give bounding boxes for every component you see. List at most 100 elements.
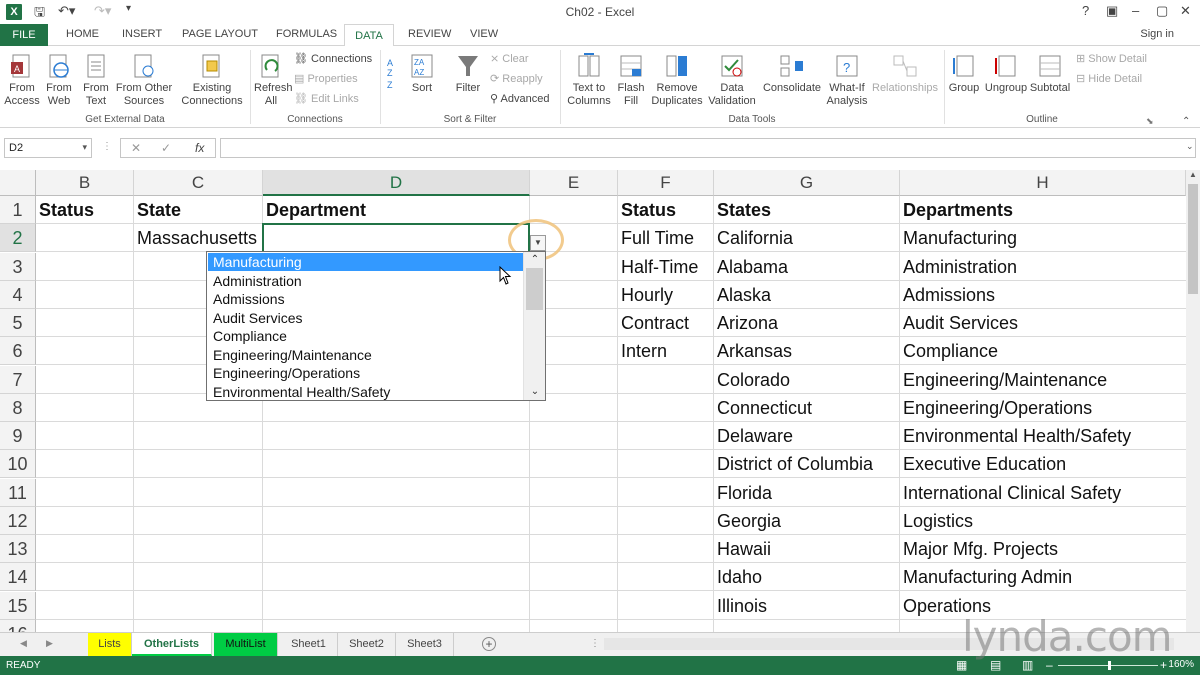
cell-c2[interactable]: Massachusetts [137,224,257,252]
row-header[interactable]: 7 [0,365,36,394]
edit-links-button[interactable]: ⛓ Edit Links [294,92,359,105]
consolidate-button[interactable]: Consolidate [762,52,822,95]
state-cell[interactable]: Delaware [717,422,793,450]
row-header[interactable]: 12 [0,506,36,535]
formula-input[interactable] [220,138,1196,158]
vertical-scrollbar[interactable]: ▲ [1186,170,1200,632]
connections-button[interactable]: ⛓ Connections [294,52,372,65]
sort-button[interactable]: ZA AZ Sort [408,52,436,95]
cell-b1[interactable]: Status [39,196,94,224]
dropdown-option[interactable]: Engineering/Operations [208,364,524,382]
what-if-analysis-button[interactable]: ? What-If Analysis [822,52,872,108]
advanced-button[interactable]: ⚲ Advanced [490,92,549,105]
scroll-up-icon[interactable]: ▲ [1189,170,1197,179]
row-header[interactable]: 2 [0,224,36,253]
tab-review[interactable]: REVIEW [408,28,451,40]
tab-insert[interactable]: INSERT [122,28,162,40]
refresh-all-button[interactable]: Refresh All [254,52,293,108]
column-header-h[interactable]: H [900,170,1186,196]
sheet-tab-otherlists[interactable]: OtherLists [132,633,212,656]
state-cell[interactable]: Connecticut [717,394,812,422]
state-cell[interactable]: Arizona [717,309,778,337]
remove-duplicates-button[interactable]: Remove Duplicates [650,52,704,108]
enter-icon[interactable]: ✓ [161,141,171,155]
hide-detail-button[interactable]: ⊟ Hide Detail [1076,72,1142,85]
tab-page-layout[interactable]: PAGE LAYOUT [182,28,258,40]
row-header[interactable]: 5 [0,309,36,337]
cancel-icon[interactable]: ✕ [131,141,141,155]
tab-data[interactable]: DATA [344,24,394,47]
sheet-tab-lists[interactable]: Lists [88,633,132,656]
row-header[interactable]: 8 [0,393,36,422]
zoom-level[interactable]: 160% [1168,659,1194,670]
cell-c1[interactable]: State [137,196,181,224]
row-header[interactable]: 4 [0,280,36,309]
sheet-tab-sheet2[interactable]: Sheet2 [338,633,396,656]
department-cell[interactable]: Logistics [903,507,973,535]
tab-view[interactable]: VIEW [470,28,498,40]
scroll-thumb[interactable] [1188,184,1198,294]
tab-home[interactable]: HOME [66,28,99,40]
tab-split-handle-icon[interactable]: ⋮ [590,638,600,649]
sort-az-button[interactable]: AZZ [384,54,406,94]
sheet-tab-sheet3[interactable]: Sheet3 [396,633,454,656]
department-cell[interactable]: International Clinical Safety [903,479,1121,507]
cell-f1[interactable]: Status [621,196,676,224]
tab-file[interactable]: FILE [0,24,48,46]
department-cell[interactable]: Administration [903,253,1017,281]
ribbon-display-icon[interactable]: ▣ [1106,3,1118,19]
dropdown-option[interactable]: Audit Services [208,309,524,327]
cell-d1[interactable]: Department [266,196,366,224]
department-cell[interactable]: Major Mfg. Projects [903,535,1058,563]
department-cell[interactable]: Manufacturing Admin [903,563,1072,591]
prev-sheet-icon[interactable]: ◀ [20,638,27,649]
validation-dropdown-list[interactable]: Manufacturing Administration Admissions Aud… [206,251,546,401]
worksheet-grid[interactable]: B C D E F G H 12345678910111213141516 St… [0,170,1186,632]
sheet-tab-sheet1[interactable]: Sheet1 [280,633,338,656]
state-cell[interactable]: Arkansas [717,337,792,365]
ungroup-button[interactable]: Ungroup [984,52,1028,95]
state-cell[interactable]: Georgia [717,507,781,535]
row-header[interactable]: 10 [0,450,36,479]
department-cell[interactable]: Audit Services [903,309,1018,337]
from-access-button[interactable]: A From Access [4,52,40,108]
state-cell[interactable]: Hawaii [717,535,771,563]
dropdown-arrow-button[interactable]: ▼ [530,235,546,251]
department-cell[interactable]: Compliance [903,337,998,365]
row-header[interactable]: 6 [0,337,36,366]
dropdown-option[interactable]: Compliance [208,327,524,345]
insert-function-icon[interactable]: fx [195,141,204,155]
dropdown-option[interactable]: Manufacturing [208,253,524,271]
row-header[interactable]: 9 [0,422,36,450]
drag-handle-icon[interactable]: ⋮ [102,141,112,152]
help-button[interactable]: ? [1082,3,1089,18]
department-cell[interactable]: Engineering/Operations [903,394,1092,422]
collapse-ribbon-icon[interactable]: ⌃ [1182,116,1190,127]
row-header[interactable]: 1 [0,196,36,224]
name-box[interactable]: D2 ▾ [4,138,92,158]
filter-button[interactable]: Filter [452,52,484,95]
state-cell[interactable]: Florida [717,479,772,507]
status-list-cell[interactable]: Intern [621,337,667,365]
column-header-c[interactable]: C [134,170,263,196]
state-cell[interactable]: Colorado [717,366,790,394]
state-cell[interactable]: Alabama [717,253,788,281]
select-all-corner[interactable] [0,170,36,196]
next-sheet-icon[interactable]: ▶ [46,638,53,649]
row-header[interactable]: 11 [0,478,36,507]
department-cell[interactable]: Engineering/Maintenance [903,366,1107,394]
row-header[interactable]: 13 [0,535,36,563]
row-header[interactable]: 3 [0,252,36,281]
expand-formula-bar-icon[interactable]: ⌄ [1186,141,1194,152]
state-cell[interactable]: Illinois [717,592,767,620]
department-cell[interactable]: Manufacturing [903,224,1017,252]
relationships-button[interactable]: Relationships [872,52,938,95]
cell-g1[interactable]: States [717,196,771,224]
subtotal-button[interactable]: Subtotal [1028,52,1072,95]
data-validation-button[interactable]: Data Validation [704,52,760,108]
active-cell-d2[interactable] [262,223,530,253]
state-cell[interactable]: California [717,224,793,252]
text-to-columns-button[interactable]: Text to Columns [566,52,612,108]
clear-button[interactable]: ⨯ Clear [490,52,529,65]
outline-dialog-launcher-icon[interactable]: ⬊ [1146,116,1154,127]
